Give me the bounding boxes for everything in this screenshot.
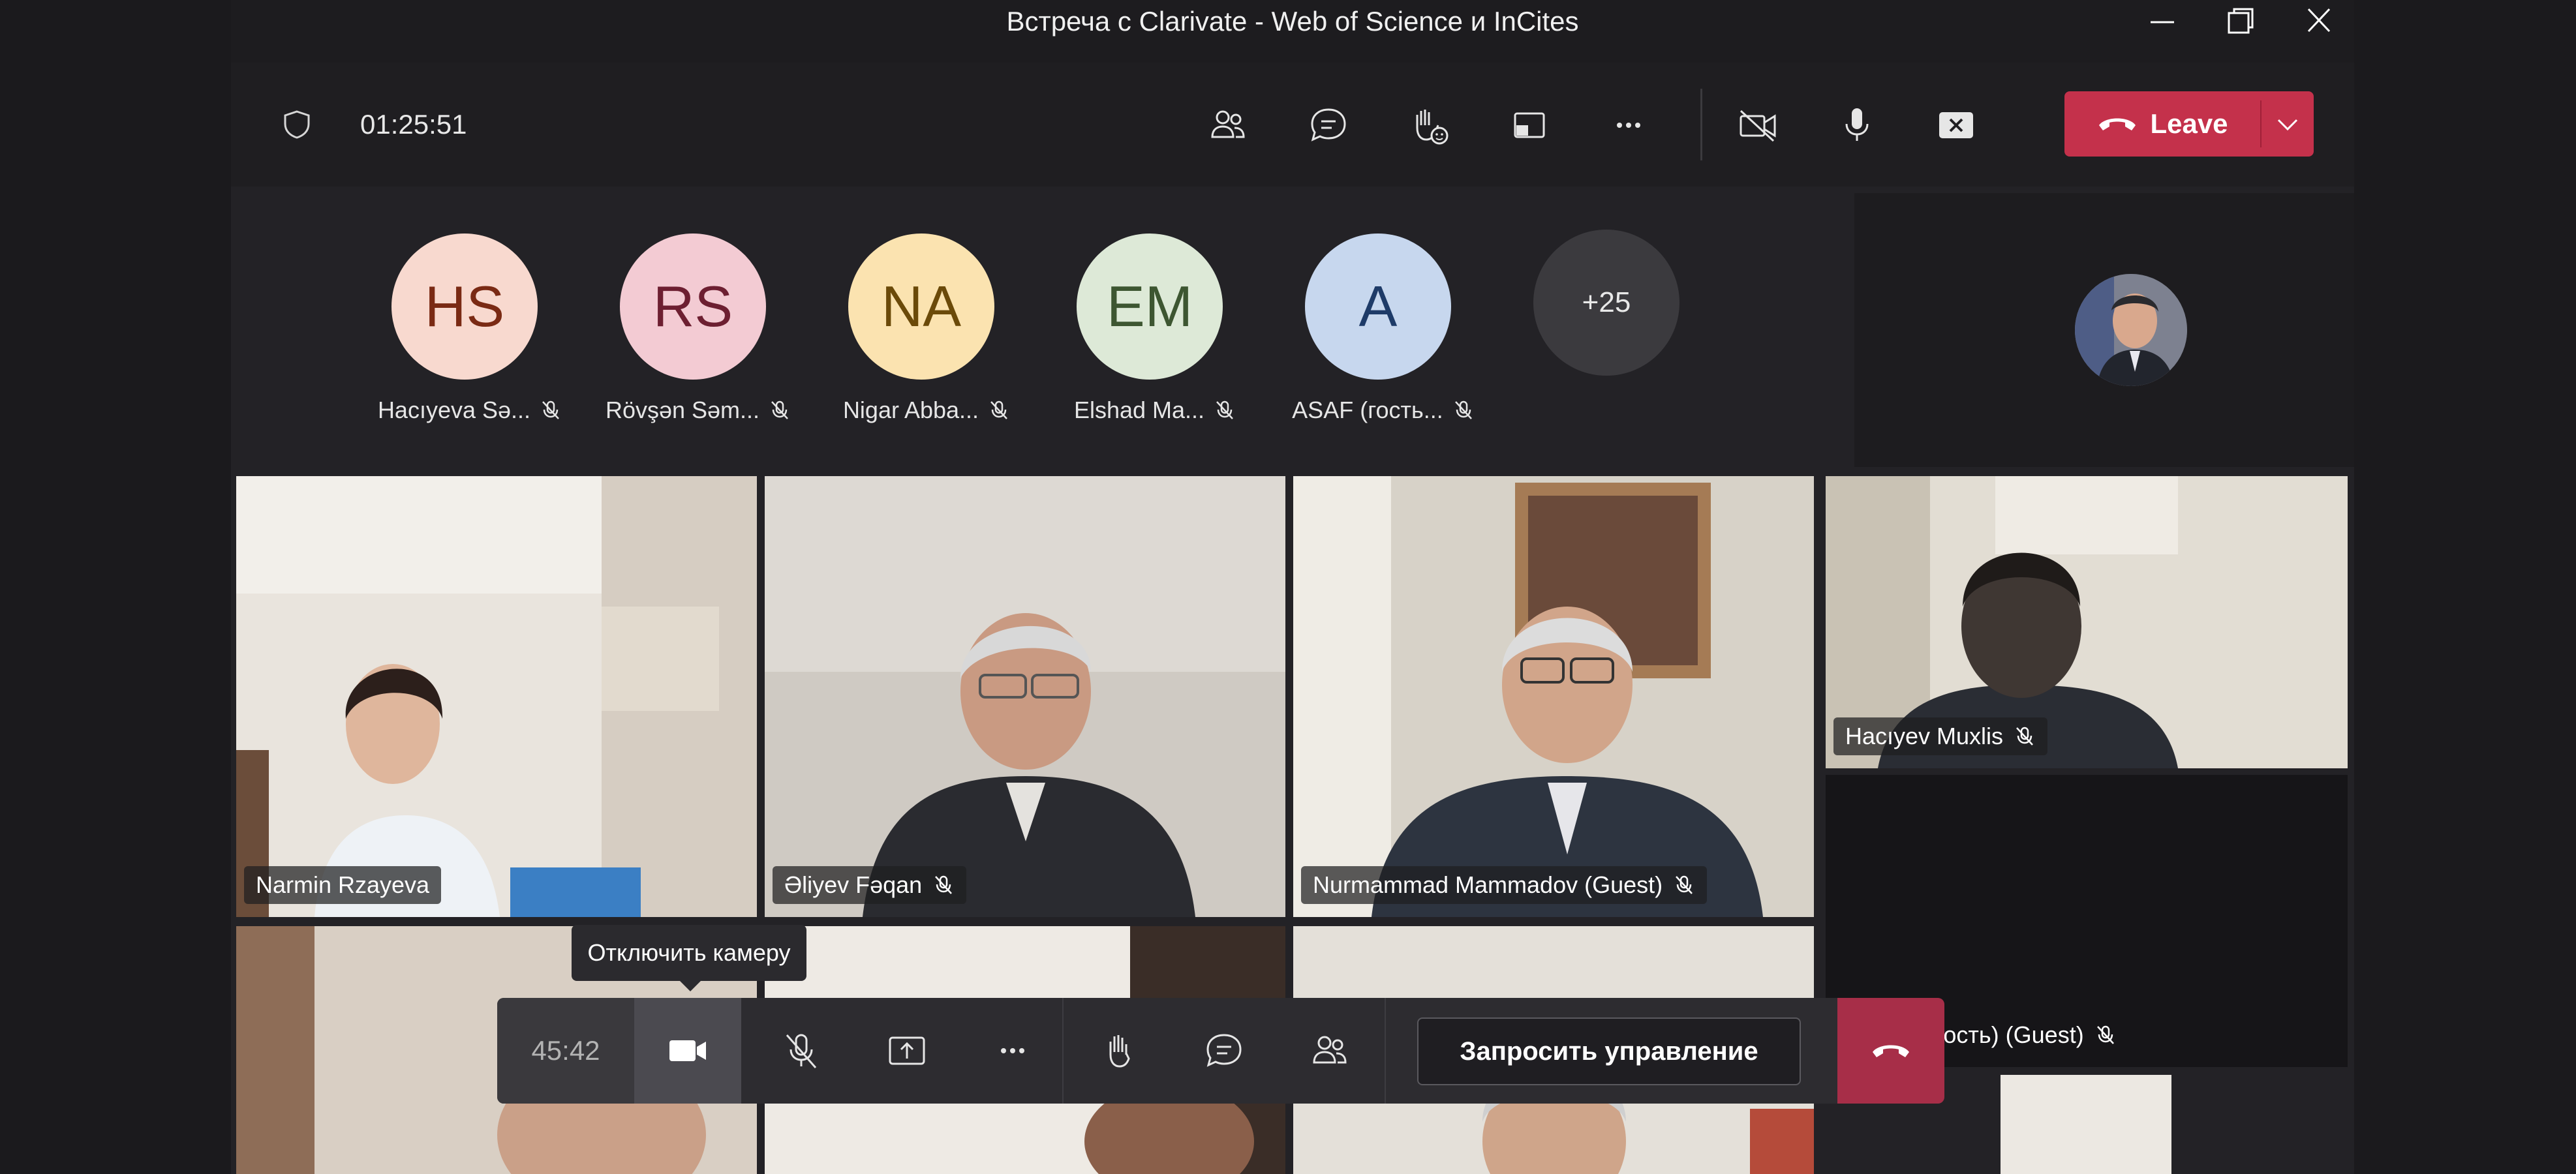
avatar: NA (848, 233, 994, 380)
participant-label: Hacıyev Muxlis (1833, 717, 2048, 755)
shield-icon[interactable] (282, 110, 312, 140)
restore-icon[interactable] (2215, 4, 2267, 39)
mic-muted-icon (1454, 400, 1472, 419)
roster-item[interactable]: EM Elshad Ma... (1074, 233, 1233, 423)
view-switch-icon[interactable] (1506, 102, 1553, 149)
self-avatar (2075, 274, 2187, 386)
mic-muted-icon (771, 400, 788, 419)
share-screen-icon (889, 1036, 925, 1065)
participant-label: Əliyev Fəqan (773, 866, 967, 904)
more-options-icon (1001, 1048, 1024, 1053)
raise-hand-button[interactable] (1066, 998, 1171, 1104)
shared-screen-timer: 45:42 (497, 998, 634, 1104)
mic-muted-icon (786, 1034, 817, 1068)
participant-name: Hacıyev Muxlis (1845, 723, 2004, 749)
hang-up-icon (2099, 118, 2136, 130)
title-bar: Встреча с Clarivate - Web of Science и I… (231, 0, 2354, 63)
more-count: +25 (1533, 230, 1679, 376)
avatar: RS (620, 233, 766, 380)
roster-name-row: ASAF (гость... (1285, 397, 1481, 424)
hang-up-button[interactable] (1837, 998, 1944, 1104)
share-screen-button[interactable] (855, 998, 959, 1104)
roster-item[interactable]: RS Rövşən Səm... (606, 233, 788, 423)
mic-muted-icon (1216, 400, 1233, 419)
mic-muted-icon (542, 400, 559, 419)
mic-muted-icon (2016, 727, 2033, 745)
video-tile[interactable]: Hacıyev Muxlis (1826, 476, 2348, 768)
bar-separator (1385, 998, 1386, 1104)
participants-icon[interactable] (1204, 102, 1251, 149)
participants-button[interactable] (1278, 998, 1382, 1104)
camera-icon (669, 1040, 706, 1061)
video-tile[interactable]: Nurmammad Mammadov (Guest) (1293, 476, 1814, 917)
window-title: Встреча с Clarivate - Web of Science и I… (1006, 6, 1579, 37)
mic-muted-icon (935, 875, 953, 894)
close-icon[interactable] (2293, 4, 2345, 39)
chat-button[interactable] (1172, 998, 1276, 1104)
participant-name: Nigar Abba... (842, 397, 979, 423)
tooltip-arrow (679, 980, 702, 991)
meeting-toolbar: 01:25:51 Leave (231, 63, 2354, 187)
hang-up-icon (1873, 1045, 1909, 1057)
participant-name: Rövşən Səm... (605, 397, 760, 423)
roster-name-row: Elshad Ma... (1057, 397, 1253, 424)
tooltip: Отключить камеру (572, 925, 806, 981)
mic-muted-icon (1676, 875, 1693, 894)
video-tile[interactable]: Əliyev Fəqan (765, 476, 1285, 917)
chat-icon (1206, 1034, 1242, 1067)
toolbar-divider (1700, 89, 1702, 160)
camera-toggle-button[interactable] (634, 998, 741, 1104)
video-feed (765, 476, 1285, 917)
leave-button[interactable]: Leave (2064, 91, 2314, 157)
participant-name: Hacıyeva Sə... (377, 397, 531, 423)
participant-name: Elshad Ma... (1073, 397, 1205, 423)
participant-name: Nurmammad Mammadov (Guest) (1313, 871, 1663, 898)
roster-item[interactable]: HS Hacıyeva Sə... (378, 233, 559, 423)
microphone-icon[interactable] (1833, 102, 1880, 149)
raise-hand-icon (1109, 1035, 1130, 1068)
mic-muted-icon (990, 400, 1007, 419)
participant-name: Əliyev Fəqan (784, 871, 923, 898)
bar-separator (1062, 998, 1064, 1104)
participants-icon (1313, 1036, 1347, 1064)
more-options-button[interactable] (960, 998, 1065, 1104)
roster-name-row: Nigar Abba... (829, 397, 1024, 424)
stop-share-icon[interactable] (1933, 102, 1980, 149)
self-view (1854, 193, 2354, 467)
chevron-down-icon[interactable] (2262, 91, 2314, 157)
raise-hand-react-icon[interactable] (1405, 102, 1452, 149)
request-control-button[interactable]: Запросить управление (1417, 1017, 1801, 1085)
avatar: EM (1077, 233, 1223, 380)
participant-name: Narmin Rzayeva (256, 871, 430, 898)
video-feed (2001, 1075, 2171, 1174)
mic-muted-icon (2096, 1025, 2114, 1044)
video-feed (236, 476, 757, 917)
participant-label: Narmin Rzayeva (244, 866, 442, 904)
video-feed (1293, 476, 1814, 917)
more-options-icon[interactable] (1605, 102, 1652, 149)
participant-label: Nurmammad Mammadov (Guest) (1301, 866, 1708, 904)
roster-item[interactable]: NA Nigar Abba... (843, 233, 1007, 423)
chat-icon[interactable] (1305, 102, 1352, 149)
mic-muted-button[interactable] (749, 998, 853, 1104)
participant-roster: HS Hacıyeva Sə... RS Rövşən Səm... NA Ni… (231, 187, 1817, 467)
minimize-icon[interactable] (2136, 4, 2188, 39)
roster-item[interactable]: A ASAF (гость... (1292, 233, 1472, 423)
more-participants-button[interactable]: +25 (1533, 230, 1679, 376)
leave-label: Leave (2150, 108, 2228, 139)
avatar: HS (391, 233, 538, 380)
video-tile[interactable] (2001, 1075, 2171, 1174)
avatar: A (1305, 233, 1451, 380)
video-tile[interactable]: Narmin Rzayeva (236, 476, 757, 917)
leave-main[interactable]: Leave (2064, 91, 2260, 157)
floating-meeting-bar: 45:42 Запросить управление (497, 998, 1944, 1104)
participant-name: ASAF (гость... (1292, 397, 1443, 423)
roster-name-row: Hacıyeva Sə... (372, 397, 568, 424)
meeting-timer: 01:25:51 (360, 109, 467, 140)
camera-off-icon[interactable] (1734, 102, 1781, 149)
roster-name-row: Rövşən Səm... (600, 397, 796, 424)
